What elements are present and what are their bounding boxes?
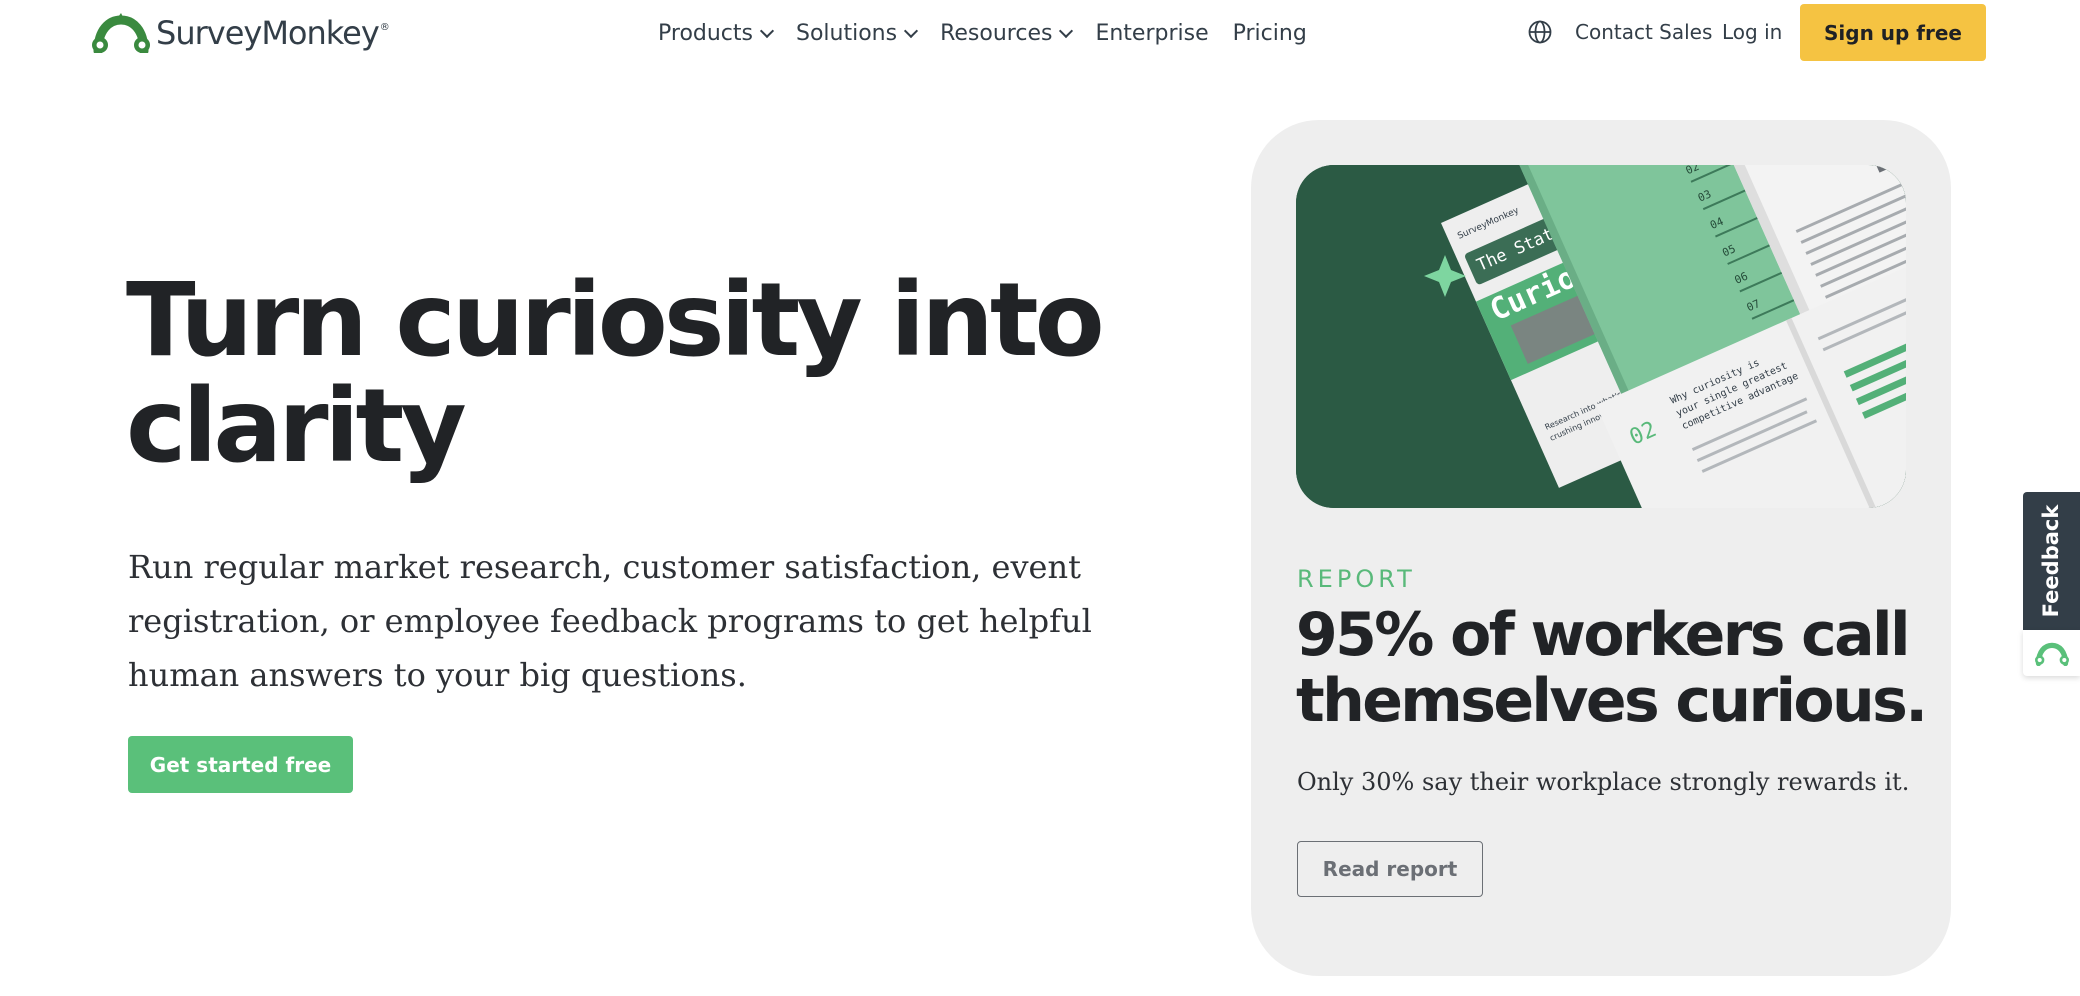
feedback-tab-footer	[2023, 630, 2080, 676]
nav-pricing-label: Pricing	[1232, 20, 1307, 46]
hero-subtitle: Run regular market research, customer sa…	[128, 548, 1092, 694]
report-card: SurveyMonkey The State of Curiosity 20 2…	[1251, 120, 1951, 976]
signup-button[interactable]: Sign up free	[1800, 4, 1986, 61]
nav-pricing[interactable]: Pricing	[1233, 21, 1307, 46]
feedback-label: Feedback	[2039, 504, 2063, 618]
monkey-logo-icon	[92, 13, 150, 53]
report-illustration: SurveyMonkey The State of Curiosity 20 2…	[1296, 165, 1906, 508]
brand-name: SurveyMonkey	[156, 14, 380, 52]
site-header: SurveyMonkey ® Products Solutions Resour…	[0, 0, 2080, 66]
nav-products-label: Products	[658, 20, 753, 46]
globe-icon[interactable]	[1528, 20, 1552, 44]
chevron-down-icon	[759, 23, 775, 38]
nav-products[interactable]: Products	[658, 20, 775, 46]
monkey-logo-icon	[2035, 642, 2069, 666]
nav-resources-label: Resources	[940, 20, 1053, 46]
login-link[interactable]: Log in	[1722, 20, 1782, 44]
nav-solutions[interactable]: Solutions	[796, 20, 919, 46]
hero-title: Turn curiosity into clarity	[126, 261, 1105, 486]
report-label: REPORT	[1297, 565, 1416, 593]
feedback-tab-body: Feedback	[2023, 492, 2080, 630]
nav-resources[interactable]: Resources	[940, 20, 1074, 46]
report-cover-image: SurveyMonkey The State of Curiosity 20 2…	[1296, 165, 1906, 508]
nav-enterprise[interactable]: Enterprise	[1095, 21, 1208, 46]
nav-enterprise-label: Enterprise	[1095, 20, 1209, 46]
main-nav: Products Solutions Resources Enterprise …	[658, 14, 1307, 52]
report-subtitle: Only 30% say their workplace strongly re…	[1297, 768, 1910, 796]
brand-logo[interactable]: SurveyMonkey ®	[92, 8, 390, 58]
nav-solutions-label: Solutions	[796, 20, 898, 46]
chevron-down-icon	[904, 23, 919, 38]
read-report-button[interactable]: Read report	[1297, 841, 1483, 897]
report-title: 95% of workers call themselves curious.	[1296, 600, 1928, 736]
brand-registered-mark: ®	[379, 22, 390, 33]
contact-sales-link[interactable]: Contact Sales	[1575, 20, 1712, 44]
chevron-down-icon	[1059, 23, 1074, 38]
feedback-tab[interactable]: Feedback	[2023, 492, 2080, 676]
get-started-button[interactable]: Get started free	[128, 736, 353, 793]
